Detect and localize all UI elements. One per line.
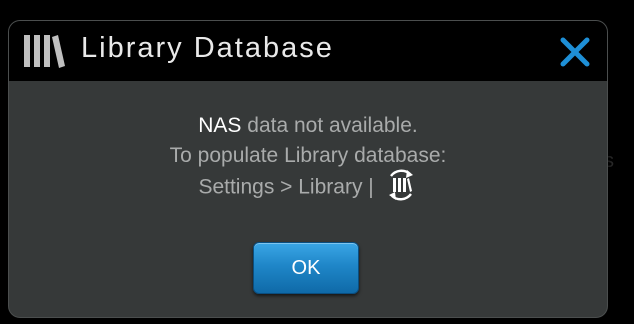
ok-button[interactable]: OK xyxy=(253,242,359,294)
message-line-3: Settings > Library | xyxy=(9,169,607,205)
message-line-1-text: data not available. xyxy=(241,114,418,137)
message-line-1: NAS data not available. xyxy=(9,111,607,141)
screen: s Library Database NAS data not availabl… xyxy=(0,0,634,324)
library-database-dialog: Library Database NAS data not available.… xyxy=(8,20,608,318)
dialog-titlebar: Library Database xyxy=(9,21,607,81)
close-icon[interactable] xyxy=(557,35,593,69)
library-books-icon xyxy=(24,35,65,68)
message-line-2: To populate Library database: xyxy=(169,144,447,167)
dialog-message: NAS data not available. To populate Libr… xyxy=(9,111,607,205)
dialog-title: Library Database xyxy=(81,32,334,64)
settings-path: Settings > Library | xyxy=(198,175,380,199)
library-sync-icon xyxy=(388,169,413,201)
nas-label: NAS xyxy=(198,114,242,137)
